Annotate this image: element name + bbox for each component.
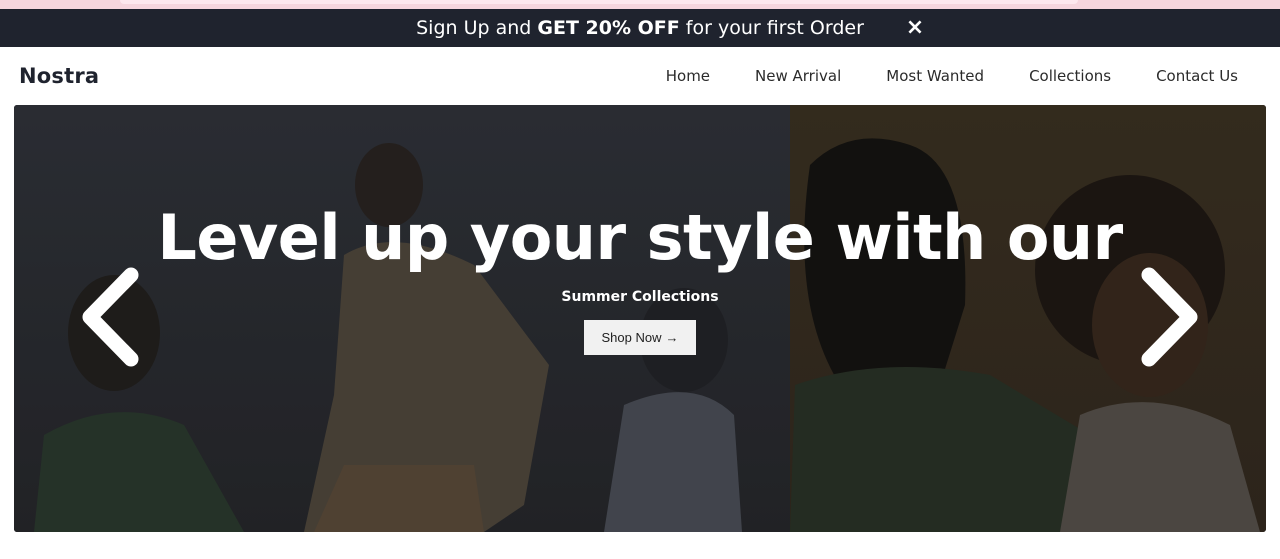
chevron-right-icon-svg: [1141, 267, 1198, 367]
shop-now-button[interactable]: Shop Now →: [584, 320, 696, 355]
chevron-left-icon[interactable]: [76, 267, 146, 367]
nav-link-new-arrival[interactable]: New Arrival: [755, 67, 841, 85]
close-icon[interactable]: ×: [904, 17, 926, 39]
navbar: Nostra Home New Arrival Most Wanted Coll…: [0, 47, 1280, 105]
top-strip: [0, 0, 1280, 9]
shop-now-label: Shop Now: [601, 330, 662, 345]
arrow-right-icon: →: [665, 330, 679, 345]
logo[interactable]: Nostra: [19, 64, 99, 88]
promo-text-prefix: Sign Up and: [416, 17, 538, 39]
promo-text-suffix: for your first Order: [679, 17, 864, 39]
chevron-left-icon-svg: [82, 267, 139, 367]
nav-link-contact-us[interactable]: Contact Us: [1156, 67, 1238, 85]
top-strip-inner: [120, 0, 1078, 4]
chevron-right-icon[interactable]: [1134, 267, 1204, 367]
hero-overlay: [14, 105, 1266, 532]
hero-carousel: Level up your style with our Summer Coll…: [14, 105, 1266, 532]
promo-text-discount: GET 20% OFF: [537, 17, 680, 39]
hero-title: Level up your style with our: [157, 201, 1123, 274]
promo-text: Sign Up and GET 20% OFF for your first O…: [416, 17, 864, 39]
nav-link-collections[interactable]: Collections: [1029, 67, 1111, 85]
promo-bar: Sign Up and GET 20% OFF for your first O…: [0, 9, 1280, 47]
nav-link-most-wanted[interactable]: Most Wanted: [886, 67, 984, 85]
nav-links: Home New Arrival Most Wanted Collections…: [621, 67, 1238, 85]
nav-link-home[interactable]: Home: [666, 67, 710, 85]
hero-subtitle: Summer Collections: [561, 289, 719, 305]
